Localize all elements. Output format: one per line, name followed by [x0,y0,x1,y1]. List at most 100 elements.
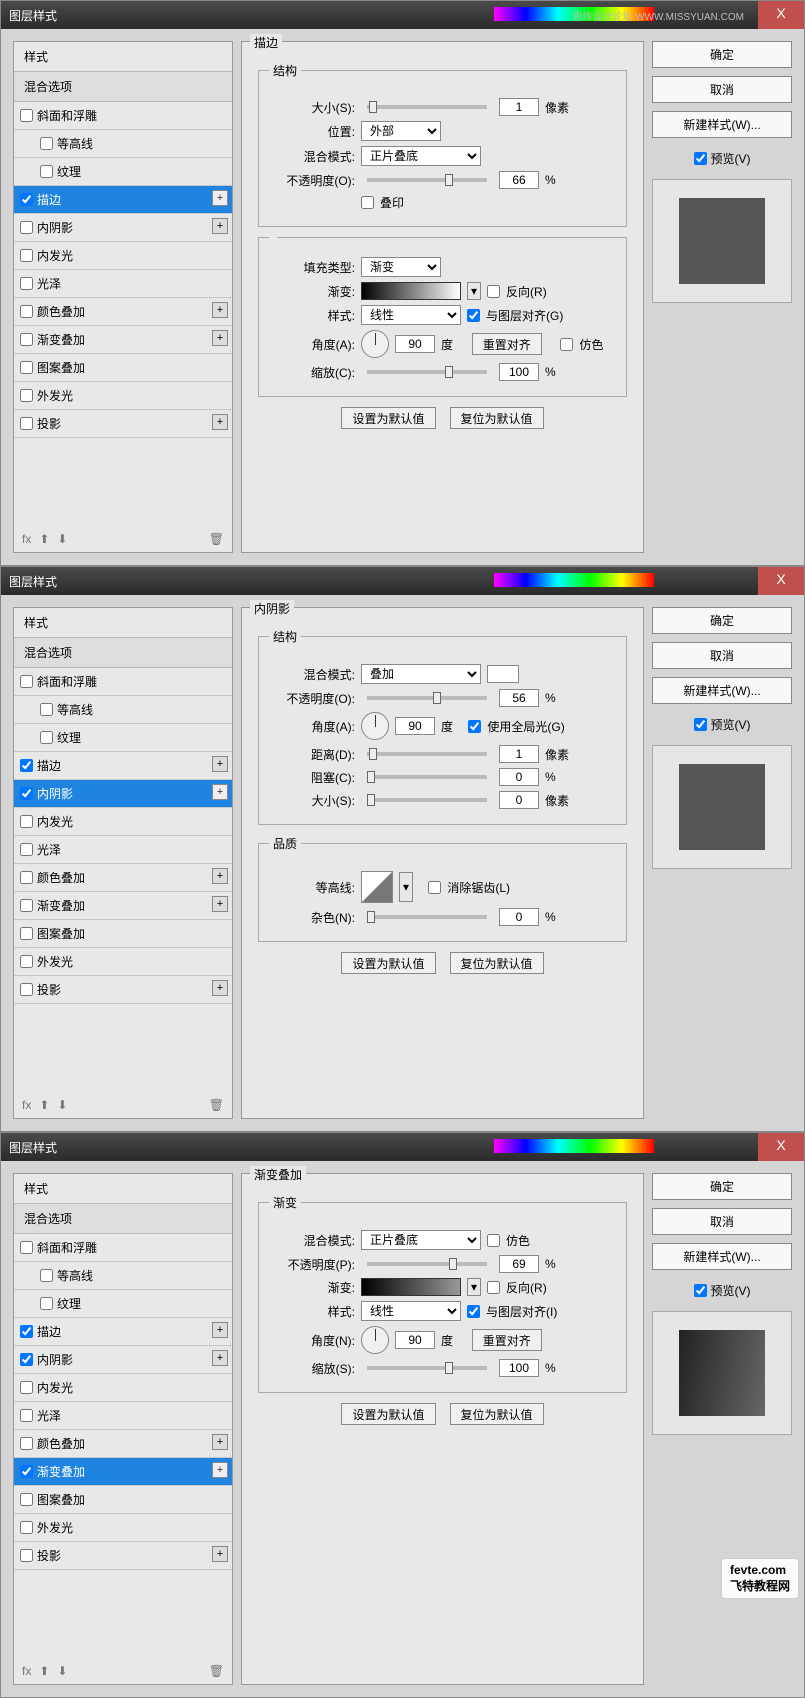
ok-button[interactable]: 确定 [652,1173,792,1200]
style-checkbox[interactable] [20,955,33,968]
style-item-3[interactable]: 描边+ [14,752,232,780]
close-icon[interactable]: X [758,1,804,29]
preview-checkbox[interactable] [694,152,707,165]
style-checkbox[interactable] [40,703,53,716]
plus-icon[interactable]: + [212,868,228,884]
gradient-preview[interactable] [361,1278,461,1296]
reset-default-button[interactable]: 复位为默认值 [450,952,544,974]
titlebar[interactable]: 图层样式 X [1,1133,804,1161]
style-item-1[interactable]: 等高线 [14,1262,232,1290]
gradient-preview[interactable] [361,282,461,300]
style-item-8[interactable]: 渐变叠加+ [14,1458,232,1486]
size-slider[interactable] [367,105,487,109]
dither-checkbox[interactable] [560,338,573,351]
plus-icon[interactable]: + [212,218,228,234]
trash-icon[interactable]: 🗑 [209,532,224,546]
fill-type-select[interactable]: 渐变 [361,257,441,277]
style-checkbox[interactable] [40,1269,53,1282]
style-item-6[interactable]: 光泽 [14,1402,232,1430]
size-input[interactable] [499,791,539,809]
choke-input[interactable] [499,768,539,786]
position-select[interactable]: 外部 [361,121,441,141]
angle-dial[interactable] [361,330,389,358]
style-checkbox[interactable] [20,843,33,856]
dropdown-icon[interactable]: ▾ [467,1278,481,1296]
style-checkbox[interactable] [20,333,33,346]
style-item-7[interactable]: 颜色叠加+ [14,864,232,892]
opacity-input[interactable] [499,1255,539,1273]
dither-checkbox[interactable] [487,1234,500,1247]
style-item-10[interactable]: 外发光 [14,1514,232,1542]
style-item-5[interactable]: 内发光 [14,242,232,270]
style-checkbox[interactable] [20,1493,33,1506]
cancel-button[interactable]: 取消 [652,642,792,669]
angle-input[interactable] [395,717,435,735]
arrow-down-icon[interactable]: ⬇ [57,1098,67,1112]
scale-input[interactable] [499,1359,539,1377]
style-item-9[interactable]: 图案叠加 [14,920,232,948]
angle-input[interactable] [395,335,435,353]
style-checkbox[interactable] [20,1241,33,1254]
style-checkbox[interactable] [20,389,33,402]
blending-options[interactable]: 混合选项 [14,1204,232,1234]
reset-default-button[interactable]: 复位为默认值 [450,407,544,429]
make-default-button[interactable]: 设置为默认值 [341,1403,435,1425]
plus-icon[interactable]: + [212,1546,228,1562]
arrow-up-icon[interactable]: ⬆ [39,532,49,546]
preview-checkbox[interactable] [694,1284,707,1297]
align-checkbox[interactable] [467,309,480,322]
angle-dial[interactable] [361,712,389,740]
reset-default-button[interactable]: 复位为默认值 [450,1403,544,1425]
reverse-checkbox[interactable] [487,285,500,298]
style-item-10[interactable]: 外发光 [14,382,232,410]
style-item-6[interactable]: 光泽 [14,836,232,864]
blend-mode-select[interactable]: 叠加 [361,664,481,684]
titlebar[interactable]: 图层样式 思缘设计论坛 WWW.MISSYUAN.COM X [1,1,804,29]
style-checkbox[interactable] [20,1353,33,1366]
size-slider[interactable] [367,798,487,802]
style-item-9[interactable]: 图案叠加 [14,1486,232,1514]
close-icon[interactable]: X [758,567,804,595]
ok-button[interactable]: 确定 [652,41,792,68]
style-item-5[interactable]: 内发光 [14,808,232,836]
ok-button[interactable]: 确定 [652,607,792,634]
style-checkbox[interactable] [20,305,33,318]
arrow-down-icon[interactable]: ⬇ [57,532,67,546]
style-checkbox[interactable] [20,417,33,430]
plus-icon[interactable]: + [212,980,228,996]
style-item-0[interactable]: 斜面和浮雕 [14,1234,232,1262]
style-checkbox[interactable] [40,165,53,178]
preview-checkbox[interactable] [694,718,707,731]
style-item-4[interactable]: 内阴影+ [14,780,232,808]
style-item-1[interactable]: 等高线 [14,130,232,158]
style-item-3[interactable]: 描边+ [14,186,232,214]
style-item-6[interactable]: 光泽 [14,270,232,298]
gradient-style-select[interactable]: 线性 [361,305,461,325]
style-item-7[interactable]: 颜色叠加+ [14,1430,232,1458]
style-checkbox[interactable] [20,927,33,940]
style-checkbox[interactable] [20,871,33,884]
choke-slider[interactable] [367,775,487,779]
titlebar[interactable]: 图层样式 X [1,567,804,595]
plus-icon[interactable]: + [212,1462,228,1478]
style-item-11[interactable]: 投影+ [14,410,232,438]
opacity-slider[interactable] [367,1262,487,1266]
angle-dial[interactable] [361,1326,389,1354]
style-checkbox[interactable] [20,277,33,290]
blend-mode-select[interactable]: 正片叠底 [361,146,481,166]
style-item-8[interactable]: 渐变叠加+ [14,892,232,920]
style-item-2[interactable]: 纹理 [14,724,232,752]
plus-icon[interactable]: + [212,330,228,346]
style-checkbox[interactable] [20,361,33,374]
color-swatch[interactable] [487,665,519,683]
style-checkbox[interactable] [40,137,53,150]
new-style-button[interactable]: 新建样式(W)... [652,677,792,704]
reset-align-button[interactable]: 重置对齐 [472,1329,542,1351]
noise-slider[interactable] [367,915,487,919]
make-default-button[interactable]: 设置为默认值 [341,952,435,974]
style-checkbox[interactable] [20,249,33,262]
contour-picker[interactable] [361,871,393,903]
plus-icon[interactable]: + [212,784,228,800]
style-item-1[interactable]: 等高线 [14,696,232,724]
global-light-checkbox[interactable] [468,720,481,733]
